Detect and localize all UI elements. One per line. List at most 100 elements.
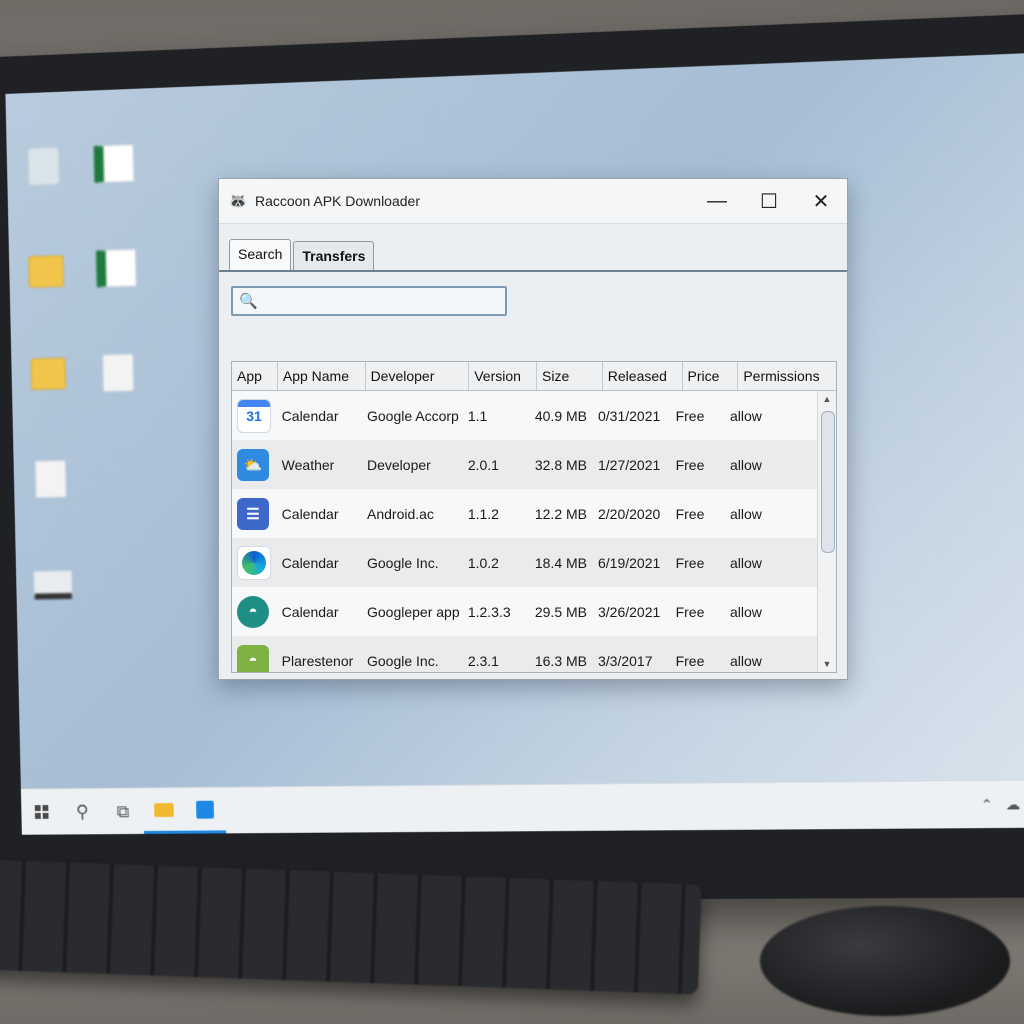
table-header: App App Name Developer Version Size Rele… (232, 362, 836, 391)
taskbar: ⚲ ⧉ ⌃ ☁ ▭ ◖ (20, 779, 1024, 835)
app-name-cell: Calendar (281, 603, 339, 620)
column-header-released[interactable]: Released (603, 362, 683, 390)
tab-bar: Search Transfers (219, 224, 847, 272)
weather-icon: ⛅ (237, 448, 269, 481)
tab-transfers[interactable]: Transfers (293, 241, 375, 270)
file-explorer-button[interactable] (143, 788, 186, 834)
permissions-cell: allow (729, 407, 762, 424)
task-view-icon: ⧉ (116, 800, 130, 821)
title-bar[interactable]: 🦝 Raccoon APK Downloader — ☐ ✕ (219, 179, 847, 224)
app-name-cell: Plarestenor (281, 652, 354, 669)
chevron-up-icon[interactable]: ⌃ (981, 796, 994, 814)
excel-file-icon (95, 248, 137, 288)
table-row[interactable]: ◓ Calendar Googleper app 1.2.3.3 29.5 MB… (232, 587, 818, 636)
permissions-cell: allow (729, 456, 762, 473)
size-cell: 32.8 MB (534, 456, 587, 473)
scroll-up-arrow-icon[interactable]: ▲ (818, 391, 836, 407)
desktop-icon-folder-2[interactable] (19, 357, 78, 391)
permissions-cell: allow (729, 652, 762, 669)
tab-search[interactable]: Search (229, 239, 292, 270)
window-title: Raccoon APK Downloader (255, 193, 420, 209)
price-cell: Free (675, 554, 705, 571)
version-cell: 1.2.3.3 (467, 603, 511, 620)
app-icon-cell: ☰ (232, 497, 277, 530)
price-cell: Free (675, 603, 705, 620)
desktop-icons (14, 143, 159, 600)
window-controls: — ☐ ✕ (691, 179, 847, 223)
app-icon-cell (232, 545, 277, 580)
close-button[interactable]: ✕ (795, 179, 847, 223)
released-cell: 6/19/2021 (598, 554, 661, 571)
developer-cell: Android.ac (367, 505, 434, 522)
column-header-permissions[interactable]: Permissions (738, 362, 836, 390)
app-taskbar-button[interactable] (183, 787, 227, 834)
search-box[interactable]: 🔍 (231, 286, 507, 316)
desktop-icon-spreadsheet-2[interactable] (86, 248, 145, 288)
version-cell: 2.0.1 (467, 456, 499, 473)
start-button[interactable] (21, 789, 63, 835)
desktop-icon-file-2[interactable] (21, 460, 80, 499)
desktop-icon-file[interactable] (89, 353, 148, 393)
column-header-app[interactable]: App (232, 362, 278, 390)
table-row[interactable]: Calendar Google Inc. 1.0.2 18.4 MB 6/19/… (232, 538, 818, 587)
results-table: App App Name Developer Version Size Rele… (231, 361, 837, 673)
app-name-cell: Calendar (281, 505, 339, 522)
price-cell: Free (675, 505, 705, 522)
version-cell: 1.0.2 (467, 554, 499, 571)
column-header-size[interactable]: Size (537, 362, 603, 390)
developer-cell: Developer (367, 456, 431, 473)
app-window: 🦝 Raccoon APK Downloader — ☐ ✕ Search Tr… (218, 178, 848, 680)
table-row[interactable]: ◓ Plarestenor Google Inc. 2.3.1 16.3 MB … (232, 636, 818, 672)
size-cell: 18.4 MB (534, 554, 587, 571)
task-view-button[interactable]: ⧉ (102, 788, 144, 834)
document-icon: ☰ (237, 497, 269, 530)
table-row[interactable]: 31 Calendar Google Accorp 1.1 40.9 MB 0/… (232, 391, 818, 440)
app-name-cell: Calendar (281, 554, 339, 571)
released-cell: 3/3/2017 (598, 652, 653, 669)
vertical-scrollbar[interactable]: ▲ ▼ (817, 391, 836, 672)
scrollbar-thumb[interactable] (821, 411, 835, 553)
maximize-button[interactable]: ☐ (743, 179, 795, 223)
permissions-cell: allow (729, 603, 762, 620)
released-cell: 0/31/2021 (598, 407, 661, 424)
column-header-app-name[interactable]: App Name (278, 362, 366, 390)
developer-cell: Googleper app (367, 603, 460, 620)
price-cell: Free (675, 407, 705, 424)
calendar-31-icon: 31 (237, 398, 271, 433)
file-icon (102, 353, 135, 393)
released-cell: 2/20/2020 (598, 505, 661, 522)
taskbar-search-button[interactable]: ⚲ (61, 789, 103, 835)
scroll-down-arrow-icon[interactable]: ▼ (818, 656, 836, 672)
column-header-developer[interactable]: Developer (366, 362, 470, 390)
windows-logo-icon (34, 805, 49, 819)
released-cell: 1/27/2021 (598, 456, 661, 473)
search-input[interactable] (261, 292, 496, 310)
table-row[interactable]: ☰ Calendar Android.ac 1.1.2 12.2 MB 2/20… (232, 489, 818, 538)
desktop-icon-folder[interactable] (17, 255, 76, 288)
edge-browser-icon (237, 545, 271, 580)
search-icon: 🔍 (239, 293, 258, 310)
app-icon-cell: 31 (232, 398, 277, 433)
column-header-version[interactable]: Version (469, 362, 537, 390)
developer-cell: Google Inc. (367, 554, 439, 571)
app-icon-cell: ◓ (232, 595, 277, 628)
price-cell: Free (675, 456, 705, 473)
folder-icon (28, 255, 64, 288)
desktop-icon-spreadsheet[interactable] (84, 144, 143, 184)
app-icon (196, 800, 215, 819)
table-row[interactable]: ⛅ Weather Developer 2.0.1 32.8 MB 1/27/2… (232, 440, 818, 489)
column-header-price[interactable]: Price (683, 362, 739, 390)
desktop-icon-drive[interactable] (24, 570, 83, 600)
minimize-button[interactable]: — (691, 179, 743, 223)
mouse (760, 906, 1010, 1016)
table-body: 31 Calendar Google Accorp 1.1 40.9 MB 0/… (232, 391, 818, 672)
cloud-icon[interactable]: ☁ (1005, 796, 1020, 814)
app-name-cell: Weather (281, 456, 335, 473)
drive-icon (33, 570, 73, 600)
version-cell: 2.3.1 (467, 652, 499, 669)
folder-icon (154, 802, 174, 817)
size-cell: 40.9 MB (534, 407, 587, 424)
permissions-cell: allow (729, 554, 762, 571)
desktop-icon-recycle-bin[interactable] (14, 146, 73, 186)
android-teal-icon: ◓ (237, 595, 269, 628)
